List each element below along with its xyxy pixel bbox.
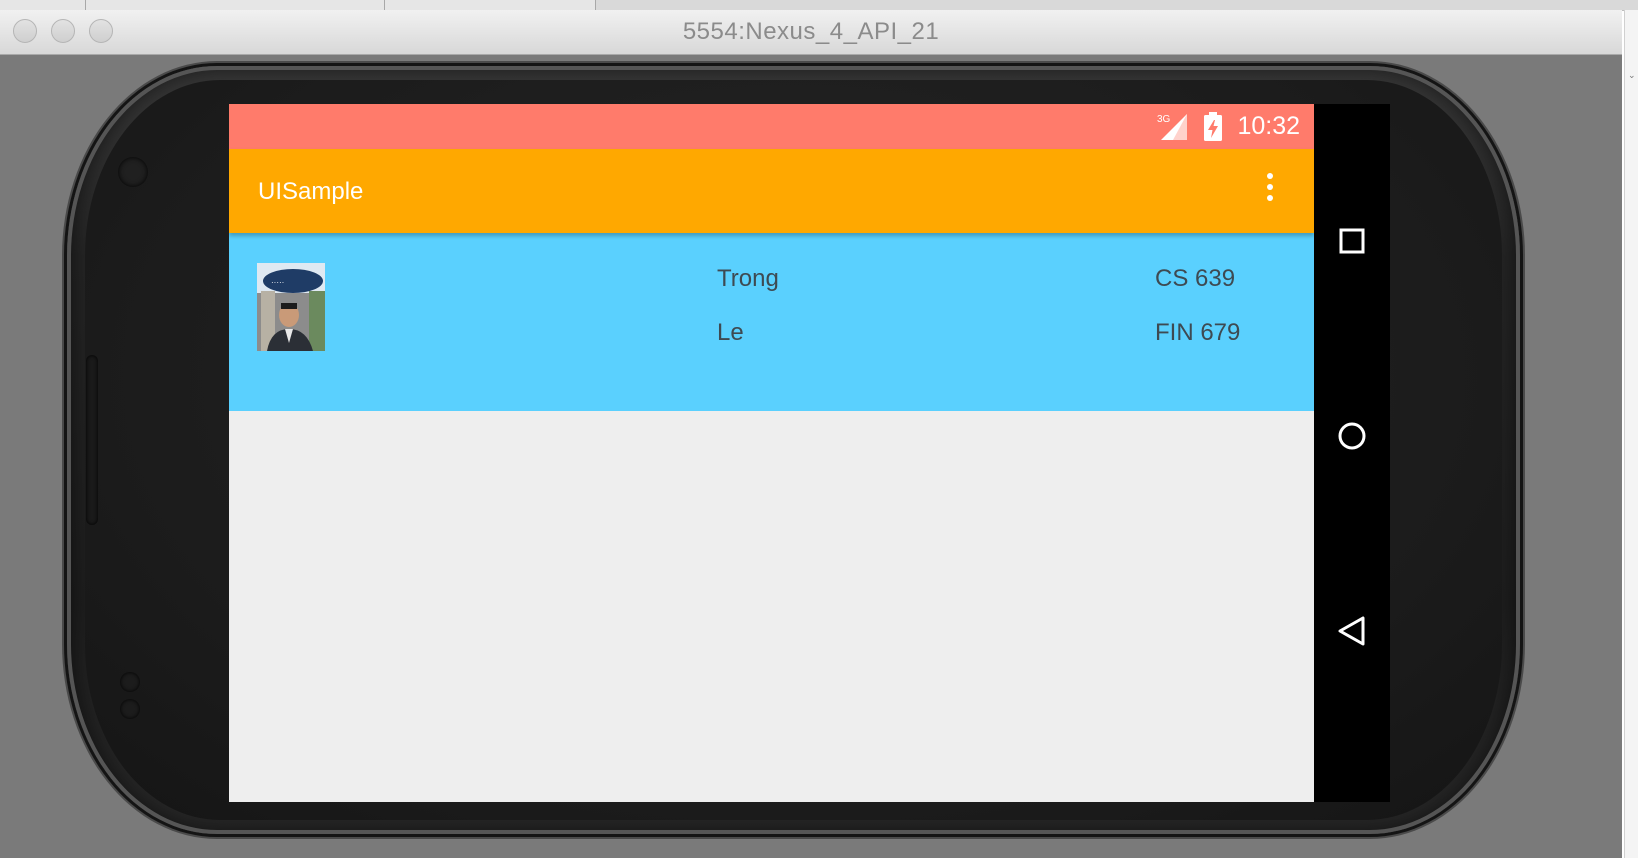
status-time: 10:32 — [1237, 112, 1300, 140]
emulator-window: 5554:Nexus_4_API_21 3G 10:32 UISample ··… — [0, 10, 1622, 858]
course-1-text: CS 639 — [1155, 265, 1236, 292]
window-titlebar: 5554:Nexus_4_API_21 — [0, 10, 1622, 55]
svg-text:·····: ····· — [271, 278, 284, 287]
background-window-edge — [1624, 10, 1638, 858]
background-tab — [0, 0, 86, 10]
front-camera — [118, 157, 148, 187]
sensor-dot — [120, 699, 140, 719]
last-name-text: Le — [717, 319, 744, 346]
signal-3g-icon: 3G — [1157, 113, 1188, 140]
network-type-label: 3G — [1157, 114, 1171, 125]
sensor-dot — [120, 672, 140, 692]
status-icons: 3G 10:32 — [1157, 110, 1300, 143]
recents-square-icon[interactable] — [1336, 225, 1368, 257]
content-area: ····· Trong Le CS 639 FIN 679 — [229, 233, 1314, 802]
speaker-grille — [86, 355, 98, 525]
status-bar: 3G 10:32 — [229, 104, 1314, 149]
window-title: 5554:Nexus_4_API_21 — [682, 18, 940, 45]
home-circle-icon[interactable] — [1336, 420, 1368, 452]
battery-charging-icon — [1204, 111, 1223, 141]
navigation-bar — [1314, 104, 1390, 802]
profile-photo-image: ····· — [257, 263, 325, 351]
course-2-text: FIN 679 — [1155, 319, 1241, 346]
background-tab — [385, 0, 596, 10]
app-title: UISample — [258, 178, 364, 205]
first-name-text: Trong — [717, 265, 779, 292]
back-triangle-icon[interactable] — [1336, 615, 1368, 647]
scroll-arrow-icon: ⌄ — [1628, 70, 1636, 80]
device-screen: 3G 10:32 UISample ····· Trong Le CS 639 … — [229, 104, 1390, 802]
more-vert-icon[interactable] — [1264, 173, 1276, 209]
background-tab — [86, 0, 385, 10]
app-toolbar: UISample — [229, 149, 1314, 233]
profile-photo: ····· — [257, 263, 325, 351]
list-item[interactable]: ····· Trong Le CS 639 FIN 679 — [229, 233, 1314, 411]
